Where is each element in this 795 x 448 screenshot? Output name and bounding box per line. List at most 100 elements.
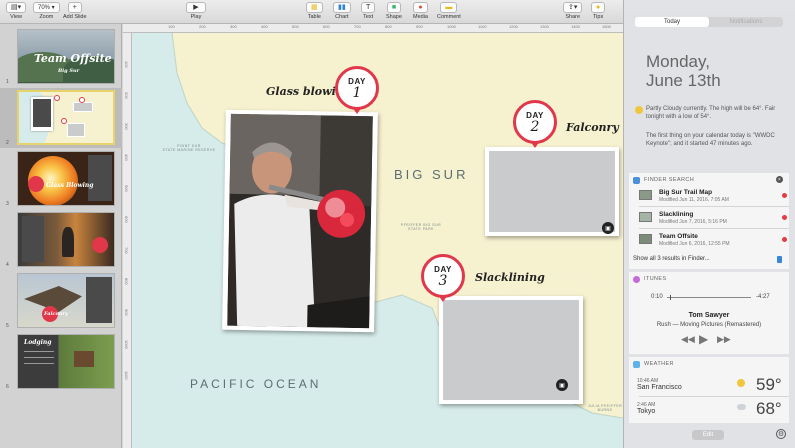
- falconry-photo-frame[interactable]: ▣: [485, 147, 619, 236]
- slide-preview: Falconry: [17, 273, 115, 328]
- weather-header: WEATHER: [629, 358, 789, 370]
- play-button[interactable]: ▶ Play: [186, 2, 206, 20]
- finder-result[interactable]: Slacklining Modified Jun 7, 2016, 5:16 P…: [639, 209, 789, 227]
- partly-cloudy-icon: [635, 106, 643, 114]
- horizontal-ruler: 100 200 300 400 500 600 700 800 900 1000 1100 1200 1…: [123, 24, 623, 33]
- table-button[interactable]: ▦ Table: [306, 2, 323, 20]
- slide-thumbnail-4[interactable]: 4: [0, 210, 122, 270]
- weekday: Monday,: [646, 52, 710, 71]
- slide-preview: [17, 212, 115, 267]
- slacklining-photo-frame[interactable]: ▣: [439, 296, 583, 404]
- weather-icon: [633, 360, 640, 368]
- finder-search-header: FINDER SEARCH ×: [629, 174, 789, 186]
- file-modified: Modified Jun 6, 2016, 12:55 PM: [659, 241, 730, 247]
- city-name: San Francisco: [637, 384, 682, 391]
- slide-preview: Team Offsite Big Sur: [17, 29, 115, 84]
- shape-label: Shape: [386, 14, 402, 20]
- file-name: Team Offsite: [659, 233, 698, 240]
- ruler-tick: 1400: [571, 24, 580, 29]
- slide-title: Glass Blowing: [46, 182, 94, 189]
- image-icon[interactable]: ▣: [556, 379, 568, 391]
- red-tag-icon: [782, 193, 787, 198]
- falconry-label: Falconry: [566, 121, 619, 134]
- slide-thumbnail-6[interactable]: 6 Lodging: [0, 332, 122, 392]
- artist-album: Rush — Moving Pictures (Remastered): [656, 322, 762, 328]
- slide-thumbnail-2[interactable]: 2: [0, 88, 122, 148]
- ruler-tick: 200: [199, 24, 206, 29]
- playback-knob[interactable]: [670, 295, 671, 300]
- image-placeholder[interactable]: [489, 151, 615, 232]
- slide-number: 3: [6, 201, 9, 207]
- slide-subtitle: Big Sur: [58, 68, 80, 74]
- image-icon[interactable]: ▣: [602, 222, 614, 234]
- play-label: Play: [190, 14, 202, 20]
- ruler-tick: 1100: [124, 371, 129, 380]
- ruler-tick: 1200: [509, 24, 518, 29]
- slide-canvas[interactable]: BIG SUR PACIFIC OCEAN POINT SUR STATE MA…: [132, 33, 623, 448]
- itunes-title: ITUNES: [644, 276, 667, 282]
- media-button[interactable]: ● Media: [413, 2, 428, 20]
- tips-button[interactable]: ● Tips: [591, 2, 606, 20]
- chart-label: Chart: [335, 14, 349, 20]
- comment-button[interactable]: ▬ Comment: [437, 2, 461, 20]
- slide-number: 5: [6, 323, 9, 329]
- zoom-value: 70% ▾: [33, 2, 60, 13]
- divider: [639, 228, 789, 229]
- pin-badge: DAY 2: [513, 100, 557, 144]
- view-icon: ▤▾: [6, 2, 27, 13]
- table-icon: ▦: [306, 2, 323, 13]
- ruler-tick: 500: [124, 185, 129, 192]
- slide-title: Lodging: [24, 339, 52, 346]
- zoom-menu[interactable]: 70% ▾ Zoom: [33, 2, 60, 20]
- next-track-icon[interactable]: ▶▶: [717, 334, 731, 345]
- show-all-link[interactable]: Show all 3 results in Finder...: [633, 256, 710, 262]
- view-button[interactable]: ▤▾ View: [6, 2, 27, 20]
- slide-thumbnail-3[interactable]: 3 Glass Blowing: [0, 149, 122, 209]
- cloud-icon: [737, 404, 746, 410]
- gear-icon[interactable]: ⚙: [776, 429, 786, 439]
- share-button[interactable]: ⇪▾ Share: [563, 2, 583, 20]
- play-icon[interactable]: ▶: [699, 332, 708, 346]
- partly-cloudy-icon: [737, 379, 745, 387]
- tips-label: Tips: [593, 14, 604, 20]
- divider: [639, 206, 789, 207]
- city-name: Tokyo: [637, 408, 656, 415]
- glass-blowing-photo: [227, 113, 373, 329]
- tab-notifications[interactable]: Notifications: [709, 17, 783, 27]
- ruler-tick: 400: [261, 24, 268, 29]
- pfeiffer-label: PFEIFFER BIG SUR STATE PARK: [400, 223, 442, 231]
- itunes-icon: [633, 275, 640, 283]
- point-sur-label: POINT SUR STATE MARINE RESERVE: [162, 144, 216, 152]
- comment-icon: ▬: [440, 2, 458, 13]
- weather-summary: Partly Cloudy currently. The high will b…: [646, 106, 776, 120]
- text-button[interactable]: T Text: [361, 2, 376, 20]
- ruler-tick: 600: [124, 216, 129, 223]
- file-modified: Modified Jun 7, 2016, 5:16 PM: [659, 219, 727, 225]
- ruler-tick: 400: [124, 154, 129, 161]
- finder-result[interactable]: Team Offsite Modified Jun 6, 2016, 12:55…: [639, 231, 789, 249]
- slide-number: 6: [6, 384, 9, 390]
- day-number: 1: [352, 84, 362, 101]
- file-thumbnail: [639, 190, 652, 200]
- ruler-tick: 800: [385, 24, 392, 29]
- finder-icon: [777, 256, 782, 263]
- tab-today[interactable]: Today: [635, 17, 709, 27]
- ruler-tick: 100: [124, 61, 129, 68]
- previous-track-icon[interactable]: ◀◀: [681, 334, 695, 345]
- playback-scrubber[interactable]: [667, 297, 751, 298]
- ruler-tick: 1100: [478, 24, 487, 29]
- close-icon[interactable]: ×: [776, 176, 783, 183]
- glass-blowing-photo-frame[interactable]: [222, 109, 378, 333]
- finder-result[interactable]: Big Sur Trail Map Modified Jun 11, 2016,…: [639, 187, 789, 205]
- edit-button[interactable]: Edit: [692, 430, 724, 440]
- ruler-tick: 900: [124, 309, 129, 316]
- ruler-tick: 100: [168, 24, 175, 29]
- slide-number: 4: [6, 262, 9, 268]
- chart-button[interactable]: ▮▮ Chart: [333, 2, 351, 20]
- shape-button[interactable]: ■ Shape: [386, 2, 402, 20]
- add-slide-button[interactable]: + Add Slide: [63, 2, 87, 20]
- divider: [639, 396, 789, 397]
- slide-thumbnail-1[interactable]: 1 Team Offsite Big Sur: [0, 27, 122, 87]
- slide-thumbnail-5[interactable]: 5 Falconry: [0, 271, 122, 331]
- vertical-ruler: 100 200 300 400 500 600 700 800 900 1000 1100: [123, 33, 132, 448]
